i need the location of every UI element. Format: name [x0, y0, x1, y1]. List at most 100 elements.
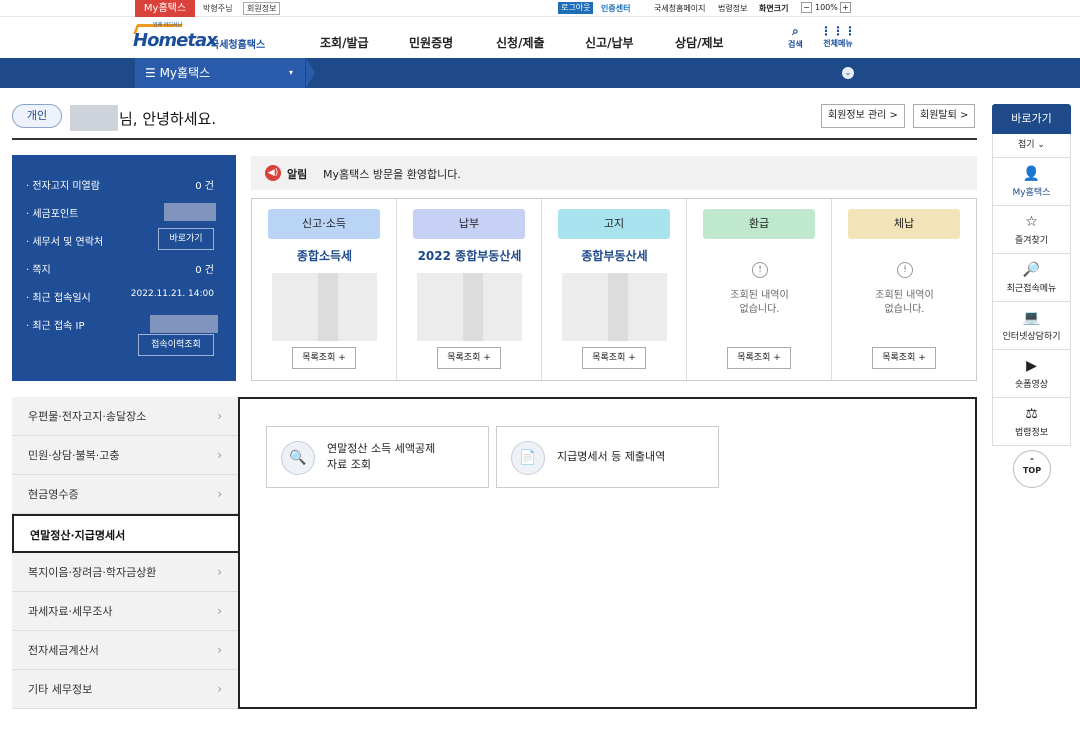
gnb-certificate[interactable]: 민원증명 — [409, 34, 453, 51]
menu-mail-notice[interactable]: 우편물·전자고지·송달장소 › — [12, 397, 238, 436]
hamburger-icon: ☰ — [145, 66, 160, 80]
card-pill: 체납 — [848, 209, 960, 239]
org-info-link[interactable]: 법령정보 — [718, 3, 747, 14]
card-arrears: 체납 ! 조회된 내역이 없습니다. 목록조회 + — [832, 199, 977, 380]
masked-name — [70, 105, 118, 131]
account-info-box: · 전자고지 미열람 0 건 · 세금포인트 · 세무서 및 연락처 바로가기 … — [12, 155, 236, 381]
quick-shortform-video[interactable]: ▶ 숏폼영상 — [992, 350, 1071, 398]
submenu-panel: 🔍 연말정산 소득 세액공제 자료 조회 📄 지급명세서 등 제출내역 — [238, 397, 977, 709]
info-value: 0 건 — [195, 265, 214, 276]
logo-tagline: 언제 어디서나 — [153, 22, 183, 28]
document-list-icon: 📄 — [511, 441, 545, 475]
quick-menu-title: 바로가기 — [992, 104, 1071, 134]
member-info-link[interactable]: 회원정보 — [243, 2, 281, 15]
logout-button[interactable]: 로그아웃 — [558, 2, 594, 14]
chevron-right-icon: › — [217, 409, 222, 423]
card-refund: 환급 ! 조회된 내역이 없습니다. 목록조회 + — [687, 199, 832, 380]
gnb-report-payment[interactable]: 신고/납부 — [585, 34, 634, 51]
login-history-button[interactable]: 접속이력조회 — [138, 334, 214, 356]
quick-recent-menu[interactable]: 🔎 최근접속메뉴 — [992, 254, 1071, 302]
nts-home-link[interactable]: 국세청홈페이지 — [654, 3, 706, 14]
menu-civil-consult[interactable]: 민원·상담·불복·고충 › — [12, 436, 238, 475]
alert-label: 알림 — [287, 168, 308, 181]
withdraw-button[interactable]: 회원탈퇴 > — [913, 104, 976, 128]
info-value: 2022.11.21. 14:00 — [130, 289, 214, 299]
chevron-up-icon: ⌃ — [1028, 457, 1036, 466]
person-icon: 👤 — [1022, 166, 1041, 182]
card-payment: 납부 2022 종합부동산세 목록조회 + — [397, 199, 542, 380]
caret-down-icon: ▾ — [288, 68, 293, 77]
masked-ip — [150, 315, 218, 333]
info-label: · 전자고지 미열람 — [26, 181, 100, 192]
alert-bar: ◀) 알림 My홈택스 방문을 환영합니다. — [251, 156, 977, 190]
search-button[interactable]: ⌕ 검색 — [788, 24, 803, 50]
info-label: · 쪽지 — [26, 265, 51, 276]
recent-search-icon: 🔎 — [1022, 262, 1041, 278]
quick-online-consult[interactable]: 💻 인터넷상담하기 — [992, 302, 1071, 350]
zoom-label: 화면크기 — [759, 4, 789, 13]
menu-welfare[interactable]: 복지이음·장려금·학자금상환 › — [12, 553, 238, 592]
gnb-consult[interactable]: 상담/제보 — [675, 34, 724, 51]
grid-menu-icon: ⋮⋮⋮ — [820, 24, 856, 38]
info-label: · 최근 접속 IP — [26, 321, 85, 332]
card-title[interactable]: 종합부동산세 — [542, 247, 687, 264]
list-view-button[interactable]: 목록조회 + — [437, 347, 501, 369]
empty-text: 조회된 내역이 없습니다. — [730, 290, 789, 315]
gnb-application[interactable]: 신청/제출 — [496, 34, 545, 51]
utility-bar: My홈택스 박형주님 회원정보 로그아웃 인증센터 국세청홈페이지 법령정보 화… — [0, 0, 1080, 17]
search-icon: ⌕ — [792, 24, 799, 38]
card-title[interactable]: 2022 종합부동산세 — [397, 247, 542, 264]
hometax-logo[interactable]: 언제 어디서나 Hometax 국세청홈택스 — [133, 22, 273, 54]
scroll-top-button[interactable]: ⌃ TOP — [1013, 450, 1051, 488]
zoom-value: 100% — [815, 3, 838, 12]
list-view-button[interactable]: 목록조회 + — [582, 347, 646, 369]
menu-year-end-settlement[interactable]: 연말정산·지급명세서 — [12, 514, 238, 553]
quick-fold-toggle[interactable]: 접기 ⌄ — [992, 134, 1071, 158]
info-icon: ! — [897, 262, 913, 278]
chevron-right-icon: › — [217, 565, 222, 579]
laptop-icon: 💻 — [1022, 310, 1041, 326]
cert-center-link[interactable]: 인증센터 — [601, 3, 630, 14]
my-hometax-nav[interactable]: ☰ My홈택스 ▾ — [135, 58, 315, 88]
my-hometax-tab[interactable]: My홈택스 — [135, 0, 195, 17]
menu-e-invoice[interactable]: 전자세금계산서 › — [12, 631, 238, 670]
chevron-right-icon: › — [217, 487, 222, 501]
quick-law-info[interactable]: ⚖ 법령정보 — [992, 398, 1071, 446]
chevron-right-icon: › — [217, 448, 222, 462]
chevron-right-icon: › — [217, 604, 222, 618]
greeting-row: 개인 님, 안녕하세요. 회원정보 관리 > 회원탈퇴 > — [12, 100, 977, 140]
menu-tax-data[interactable]: 과세자료·세무조사 › — [12, 592, 238, 631]
logo-korean: 국세청홈택스 — [210, 40, 266, 51]
info-value: 0 건 — [195, 181, 214, 192]
deduction-data-button[interactable]: 🔍 연말정산 소득 세액공제 자료 조회 — [266, 426, 489, 488]
main-header: 언제 어디서나 Hometax 국세청홈택스 조회/발급 민원증명 신청/제출 … — [0, 17, 1080, 58]
tax-office-shortcut-button[interactable]: 바로가기 — [158, 228, 214, 250]
location-bar: ☰ My홈택스 ▾ ⌄ — [0, 58, 1080, 88]
list-view-button[interactable]: 목록조회 + — [292, 347, 356, 369]
card-pill: 신고·소득 — [268, 209, 380, 239]
greeting-text: 님, 안녕하세요. — [119, 110, 217, 128]
expand-down-icon[interactable]: ⌄ — [842, 67, 854, 79]
menu-cash-receipt[interactable]: 현금영수증 › — [12, 475, 238, 514]
card-title[interactable]: 종합소득세 — [252, 247, 397, 264]
quick-favorites[interactable]: ☆ 즐겨찾기 — [992, 206, 1071, 254]
card-report-income: 신고·소득 종합소득세 목록조회 + — [252, 199, 397, 380]
nav-arrow-shape — [306, 58, 315, 88]
personal-badge[interactable]: 개인 — [12, 104, 62, 128]
gnb-inquiry[interactable]: 조회/발급 — [320, 34, 369, 51]
empty-text: 조회된 내역이 없습니다. — [875, 290, 934, 315]
all-menu-button[interactable]: ⋮⋮⋮ 전체메뉴 — [820, 24, 856, 49]
zoom-out-button[interactable]: − — [801, 2, 812, 13]
list-view-button[interactable]: 목록조회 + — [727, 347, 791, 369]
user-name: 박형주님 — [203, 4, 233, 13]
quick-my-hometax[interactable]: 👤 My홈택스 — [992, 158, 1071, 206]
zoom-in-button[interactable]: + — [840, 2, 851, 13]
payment-statement-button[interactable]: 📄 지급명세서 등 제출내역 — [496, 426, 719, 488]
list-view-button[interactable]: 목록조회 + — [872, 347, 936, 369]
document-search-icon: 🔍 — [281, 441, 315, 475]
blurred-content — [272, 273, 377, 341]
status-cards: 신고·소득 종합소득세 목록조회 + 납부 2022 종합부동산세 목록조회 +… — [251, 198, 977, 381]
member-mgmt-button[interactable]: 회원정보 관리 > — [821, 104, 905, 128]
logo-text: Hometax — [133, 30, 218, 51]
menu-other-tax-info[interactable]: 기타 세무정보 › — [12, 670, 238, 709]
